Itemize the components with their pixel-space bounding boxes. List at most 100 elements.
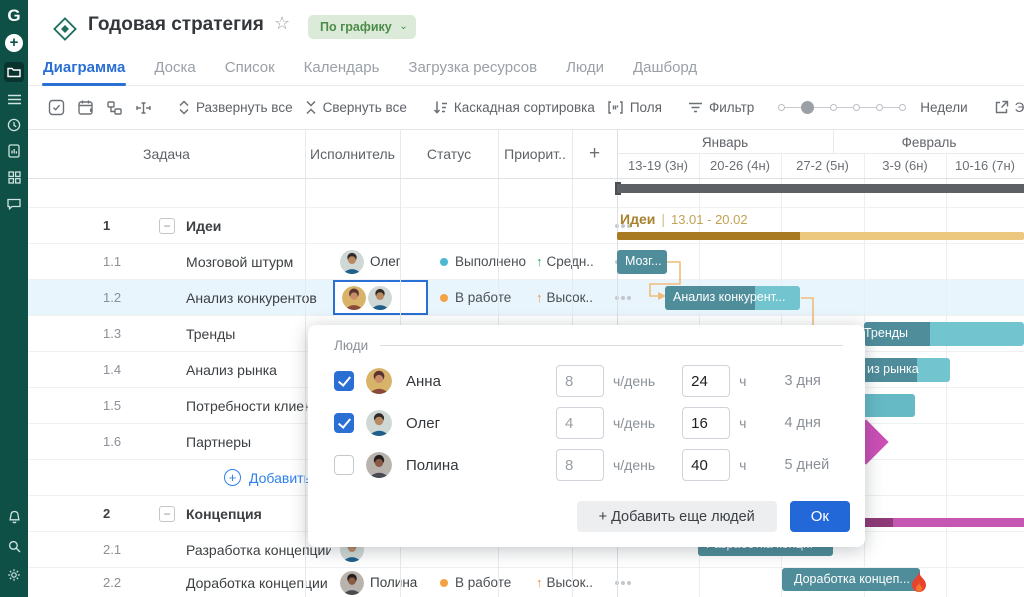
ganttpro-app: G + Годовая (0, 0, 1024, 597)
deadline-icon[interactable] (71, 95, 100, 120)
task-bar-trends[interactable]: Тренды (864, 322, 1024, 346)
assignee-cell[interactable]: Полина (333, 568, 428, 597)
bulk-select-icon[interactable] (42, 95, 71, 120)
task-name[interactable]: Тренды (186, 316, 235, 351)
row-menu-icon[interactable] (600, 280, 645, 315)
reports-icon[interactable] (4, 141, 24, 161)
project-status-badge[interactable]: По графику⌄ (308, 15, 416, 39)
person-checkbox[interactable] (334, 455, 354, 475)
tab-dashboard[interactable]: Дашборд (632, 53, 698, 85)
collapse-group-button[interactable]: − (159, 218, 175, 234)
view-tabs: Диаграмма Доска Список Календарь Загрузк… (28, 52, 1024, 86)
hours-per-day-input[interactable] (556, 365, 604, 397)
week-header: 20-26 (4н) (699, 154, 781, 178)
ok-button[interactable]: Ок (790, 501, 850, 532)
tab-board[interactable]: Доска (153, 53, 196, 85)
group-bar-concept[interactable] (850, 518, 1024, 527)
add-column-button[interactable]: + (572, 130, 617, 178)
popup-title: Люди (334, 338, 368, 353)
gantt-toolbar: Развернуть все Свернуть все Каскадная со… (28, 86, 1024, 130)
projects-folder-icon[interactable] (4, 62, 24, 82)
notifications-bell-icon[interactable] (4, 507, 24, 527)
task-name[interactable]: Мозговой штурм (186, 244, 293, 279)
app-sidebar: G + (0, 0, 28, 597)
person-row-polina: Полина ч/день ч 5 дней (334, 449, 843, 481)
assignee-cell[interactable]: Олег (333, 244, 428, 279)
column-header-priority[interactable]: Приорит.. (498, 130, 572, 178)
task-name[interactable]: Доработка концепции (186, 568, 328, 597)
tab-calendar[interactable]: Календарь (303, 53, 381, 85)
task-bar-competitor-analysis[interactable]: Анализ конкурент... (665, 286, 800, 310)
person-checkbox[interactable] (334, 413, 354, 433)
status-dot (440, 294, 448, 302)
row-number: 1.4 (103, 352, 147, 387)
overdue-flame-icon (908, 570, 930, 597)
history-clock-icon[interactable] (4, 115, 24, 135)
group-bar-ideas[interactable] (617, 232, 1024, 240)
task-bar-brainstorm[interactable]: Мозг... (617, 250, 667, 274)
column-header-task[interactable]: Задача (28, 130, 305, 178)
task-list-icon[interactable] (4, 89, 24, 109)
week-header: 3-9 (6н) (864, 154, 946, 178)
timeline-zoom-slider[interactable] (778, 101, 906, 114)
portfolio-grid-icon[interactable] (4, 167, 24, 187)
hours-per-day-input[interactable] (556, 407, 604, 439)
status-cell[interactable]: Выполнено (428, 244, 526, 279)
collapse-group-button[interactable]: − (159, 506, 175, 522)
table-row-1-2-selected[interactable]: 1.2 Анализ конкурентов В работе ↑Высок.. (28, 280, 1024, 316)
task-name[interactable]: Анализ рынка (186, 352, 277, 387)
comments-icon[interactable] (4, 194, 24, 214)
hours-per-day-input[interactable] (556, 449, 604, 481)
week-header: 10-16 (7н) (946, 154, 1024, 178)
table-row-1-1[interactable]: 1.1 Мозговой штурм Олег Выполнено ↑Средн… (28, 244, 1024, 280)
total-hours-input[interactable] (682, 407, 730, 439)
total-hours-input[interactable] (682, 365, 730, 397)
tab-workload[interactable]: Загрузка ресурсов (407, 53, 538, 85)
row-menu-icon[interactable] (600, 568, 645, 597)
cascade-sort-button[interactable]: Каскадная сортировка (427, 96, 601, 119)
status-cell[interactable]: В работе (428, 568, 526, 597)
row-number: 1.2 (103, 280, 147, 315)
task-bar-concept-rework[interactable]: Доработка концеп... (782, 568, 920, 591)
project-summary-row (28, 178, 1024, 208)
fields-button[interactable]: Поля (601, 96, 668, 119)
hierarchy-icon[interactable] (100, 96, 129, 120)
task-name[interactable]: Идеи (186, 208, 221, 243)
month-header-february: Февраль (834, 130, 1024, 154)
assignee-name: Олег (370, 254, 401, 269)
task-name[interactable]: Концепция (186, 496, 262, 531)
expand-all-button[interactable]: Развернуть все (172, 96, 299, 119)
create-project-button[interactable]: + (5, 34, 23, 52)
settings-gear-icon[interactable] (4, 565, 24, 585)
status-cell[interactable]: В работе (428, 280, 526, 315)
row-number: 1.3 (103, 316, 147, 351)
export-button[interactable]: Экспорт (988, 96, 1024, 119)
priority-cell[interactable]: ↑Высок.. (526, 280, 600, 315)
assignee-cell-selected[interactable] (333, 280, 428, 315)
hours-unit: ч (739, 457, 746, 473)
priority-cell[interactable]: ↑Средн.. (526, 244, 600, 279)
project-summary-bar[interactable] (617, 184, 1024, 193)
project-header: Годовая стратегия ☆ По графику⌄ (28, 0, 1024, 52)
tab-diagram[interactable]: Диаграмма (42, 53, 126, 85)
filter-button[interactable]: Фильтр (682, 96, 760, 119)
rename-cursor-icon[interactable] (129, 97, 158, 119)
status-dot (440, 579, 448, 587)
favorite-star-icon[interactable]: ☆ (274, 13, 290, 34)
table-header: Задача Исполнитель Статус Приорит.. + (28, 130, 617, 178)
tab-list[interactable]: Список (224, 53, 276, 85)
column-header-assignee[interactable]: Исполнитель (305, 130, 400, 178)
task-name[interactable]: Анализ конкурентов (186, 280, 317, 315)
priority-cell[interactable]: ↑Высок.. (526, 568, 600, 597)
tab-people[interactable]: Люди (565, 53, 605, 85)
hours-per-day-unit: ч/день (613, 373, 655, 389)
task-name[interactable]: Партнеры (186, 424, 251, 459)
column-header-status[interactable]: Статус (400, 130, 498, 178)
header-divider (28, 178, 1024, 179)
collapse-all-button[interactable]: Свернуть все (299, 96, 413, 119)
duration-label: 5 дней (784, 457, 829, 473)
total-hours-input[interactable] (682, 449, 730, 481)
search-icon[interactable] (4, 536, 24, 556)
add-more-people-button[interactable]: + Добавить еще людей (577, 501, 777, 532)
person-checkbox[interactable] (334, 371, 354, 391)
